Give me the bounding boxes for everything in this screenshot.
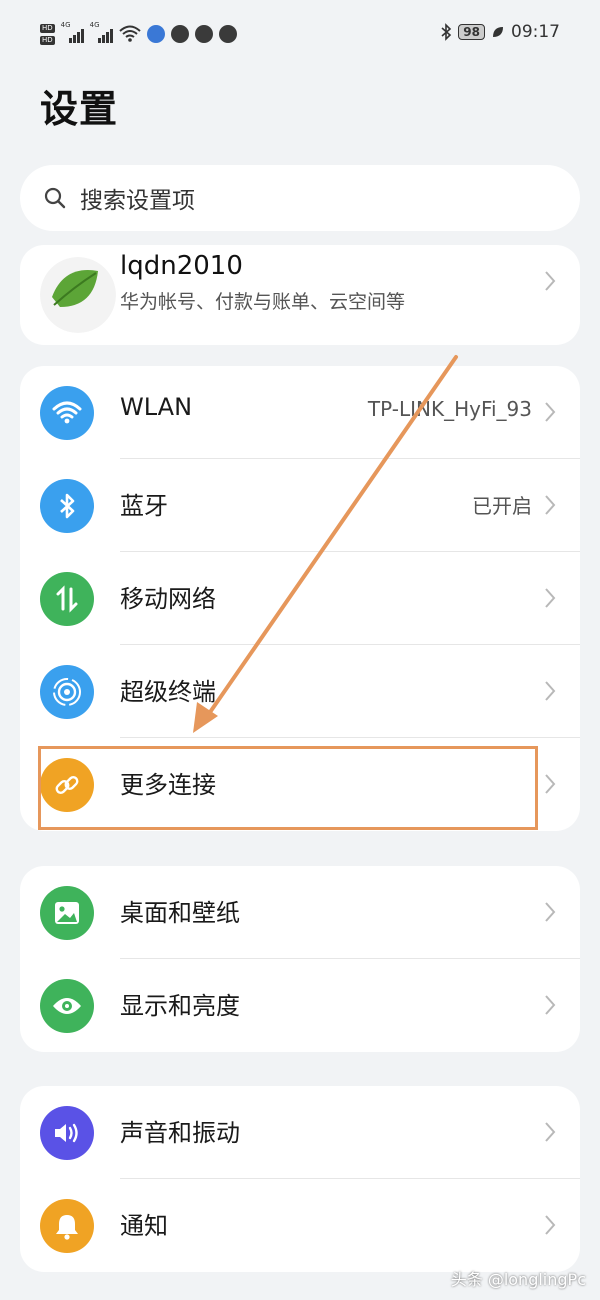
wallpaper-icon (40, 886, 94, 940)
account-card[interactable]: lqdn2010 华为帐号、付款与账单、云空间等 (20, 245, 580, 345)
leaf-icon (493, 27, 503, 37)
bell-icon (40, 1199, 94, 1253)
battery-icon: 98 (458, 24, 485, 40)
eye-icon (40, 979, 94, 1033)
avatar (40, 257, 116, 333)
chevron-right-icon (545, 681, 556, 701)
item-label: 蓝牙 (120, 492, 168, 520)
settings-item-super-device[interactable]: 超级终端 (20, 645, 580, 738)
sound-icon (40, 1106, 94, 1160)
settings-item-wlan[interactable]: WLAN TP-LINK_HyFi_93 (20, 366, 580, 459)
bluetooth-icon (40, 479, 94, 533)
wifi-icon (40, 386, 94, 440)
mobile-data-icon (40, 572, 94, 626)
item-label: 移动网络 (120, 585, 216, 613)
annotation-highlight-box (38, 746, 538, 830)
search-placeholder: 搜索设置项 (80, 188, 195, 214)
chevron-right-icon (545, 588, 556, 608)
settings-item-bluetooth[interactable]: 蓝牙 已开启 (20, 459, 580, 552)
search-icon (44, 187, 66, 209)
chevron-right-icon (545, 1215, 556, 1235)
app-notification-icon (170, 25, 189, 43)
settings-item-display-brightness[interactable]: 显示和亮度 (20, 959, 580, 1052)
message-icon (218, 25, 237, 43)
item-label: 桌面和壁纸 (120, 899, 240, 927)
chevron-right-icon (545, 402, 556, 422)
watermark: 头条 @longlingPc (450, 1270, 586, 1289)
display-group: 桌面和壁纸 显示和亮度 (20, 866, 580, 1052)
item-label: 通知 (120, 1212, 168, 1240)
super-device-icon (40, 665, 94, 719)
sound-group: 声音和振动 通知 (20, 1086, 580, 1272)
bluetooth-status-icon (441, 23, 452, 41)
wechat-icon (194, 25, 213, 43)
account-name: lqdn2010 (120, 251, 243, 281)
account-subtitle: 华为帐号、付款与账单、云空间等 (120, 291, 406, 313)
chevron-right-icon (545, 271, 556, 291)
chevron-right-icon (545, 774, 556, 794)
item-label: 声音和振动 (120, 1119, 240, 1147)
settings-item-home-wallpaper[interactable]: 桌面和壁纸 (20, 866, 580, 959)
chevron-right-icon (545, 495, 556, 515)
item-value: 已开启 (472, 494, 532, 518)
clock: 09:17 (511, 22, 560, 42)
page-title: 设置 (40, 87, 119, 131)
chevron-right-icon (545, 902, 556, 922)
signal-icon: 4G (61, 21, 84, 43)
status-bar: HD HD 4G 4G 98 09:17 (0, 0, 600, 70)
item-value: TP-LINK_HyFi_93 (367, 397, 532, 421)
settings-item-sound-vibration[interactable]: 声音和振动 (20, 1086, 580, 1179)
hd-indicator: HD HD (40, 23, 55, 45)
settings-item-mobile-network[interactable]: 移动网络 (20, 552, 580, 645)
wifi-status-icon (118, 25, 141, 42)
chevron-right-icon (545, 995, 556, 1015)
item-label: 超级终端 (120, 678, 216, 706)
signal-icon: 4G (90, 21, 113, 43)
item-label: 显示和亮度 (120, 992, 240, 1020)
chevron-right-icon (545, 1122, 556, 1142)
item-label: WLAN (120, 393, 193, 421)
settings-item-notifications[interactable]: 通知 (20, 1179, 580, 1272)
music-app-icon (146, 25, 165, 43)
search-input[interactable]: 搜索设置项 (20, 165, 580, 231)
